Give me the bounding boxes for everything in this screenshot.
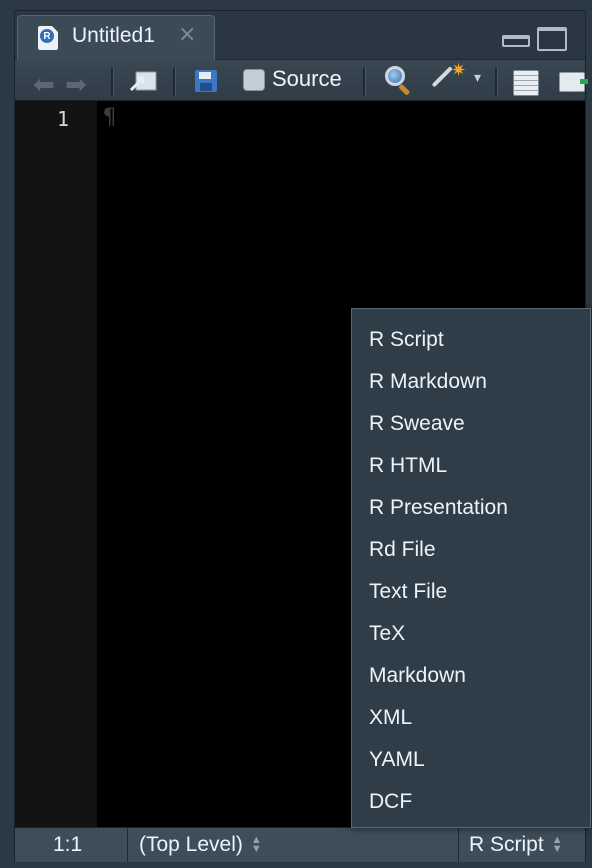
updown-icon: ▲ ▼ [551, 834, 563, 855]
file-type-selector[interactable]: R Script ▲ ▼ [469, 828, 563, 862]
toolbar-divider [111, 68, 114, 96]
save-icon[interactable] [195, 70, 217, 92]
wand-stick [431, 66, 453, 88]
line-number-gutter: 1 [15, 101, 97, 827]
menu-item-text-file[interactable]: Text File [352, 571, 590, 613]
menu-item-tex[interactable]: TeX [352, 613, 590, 655]
tab-title: Untitled1 [72, 24, 155, 47]
magnifier-lens [385, 66, 405, 86]
source-on-save-checkbox[interactable] [243, 69, 265, 91]
show-in-new-window-icon[interactable] [127, 68, 159, 94]
menu-item-r-markdown[interactable]: R Markdown [352, 361, 590, 403]
outline-icon[interactable] [559, 72, 588, 92]
menu-item-rd-file[interactable]: Rd File [352, 529, 590, 571]
scope-selector[interactable]: (Top Level) ▲ ▼ [139, 828, 262, 862]
cursor-position: 1:1 [53, 833, 83, 856]
line-number: 1 [56, 107, 69, 131]
file-type-menu: R Script R Markdown R Sweave R HTML R Pr… [351, 308, 591, 828]
r-script-file-icon: R [38, 26, 58, 50]
editor-tab-bar: R Untitled1 × [15, 11, 585, 60]
scope-label: (Top Level) [139, 833, 243, 856]
tab-untitled1[interactable]: R Untitled1 × [17, 15, 215, 60]
chevron-down-icon[interactable]: ▾ [474, 70, 481, 86]
magnifier-handle [398, 83, 411, 96]
toolbar-divider [173, 68, 176, 96]
toolbar-divider [495, 68, 498, 96]
status-divider [458, 828, 459, 862]
menu-item-r-script[interactable]: R Script [352, 319, 590, 361]
back-arrow-icon[interactable]: ⬅ [33, 70, 55, 100]
menu-item-yaml[interactable]: YAML [352, 739, 590, 781]
menu-item-markdown[interactable]: Markdown [352, 655, 590, 697]
source-on-save-label[interactable]: Source [272, 66, 342, 92]
maximize-icon[interactable] [537, 27, 567, 51]
file-type-label: R Script [469, 833, 544, 856]
r-logo-icon: R [40, 29, 54, 43]
status-divider [127, 828, 128, 862]
editor-status-bar: 1:1 (Top Level) ▲ ▼ R Script ▲ ▼ [15, 827, 585, 862]
toolbar-divider [363, 68, 366, 96]
sparkle-icon: ✷ [451, 60, 467, 81]
menu-item-r-sweave[interactable]: R Sweave [352, 403, 590, 445]
menu-item-xml[interactable]: XML [352, 697, 590, 739]
compile-notebook-icon[interactable] [513, 70, 539, 96]
menu-item-r-presentation[interactable]: R Presentation [352, 487, 590, 529]
forward-arrow-icon[interactable]: ➡ [65, 70, 87, 100]
editor-toolbar: ⬅ ➡ Source ✷ ▾ [15, 60, 588, 101]
close-icon[interactable]: × [178, 22, 196, 47]
menu-item-r-html[interactable]: R HTML [352, 445, 590, 487]
updown-icon: ▲ ▼ [250, 834, 262, 855]
menu-item-dcf[interactable]: DCF [352, 781, 590, 823]
end-of-line-marker: ¶ [103, 105, 117, 130]
minimize-icon[interactable] [502, 35, 530, 47]
